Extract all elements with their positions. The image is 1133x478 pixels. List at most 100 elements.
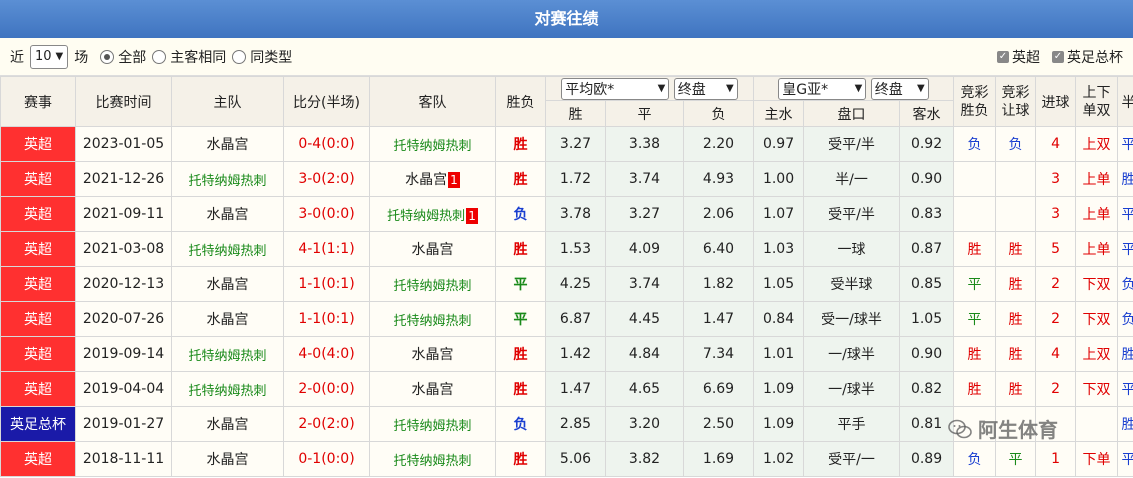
home-team-cell[interactable]: 水晶宫 <box>171 126 284 162</box>
ah-period-value: 终盘 <box>874 81 903 98</box>
away-team-cell[interactable]: 托特纳姆热刺 <box>369 126 496 162</box>
eu-win-cell: 5.06 <box>545 441 606 477</box>
result-cell-text: 负 <box>513 207 528 223</box>
table-row[interactable]: 英超 2018-11-11 水晶宫 0-1(0:0) 托特纳姆热刺 胜 5.06 3.82 1.… <box>0 441 1133 477</box>
away-team-cell-text: 托特纳姆热刺 <box>393 313 472 329</box>
ou-cell: 下双 <box>1075 301 1119 337</box>
eu-win-cell: 1.47 <box>545 371 606 407</box>
score-cell[interactable]: 0-1(0:0) <box>283 441 370 477</box>
table-row[interactable]: 英超 2023-01-05 水晶宫 0-4(0:0) 托特纳姆热刺 胜 3.27 3.38 2.… <box>0 126 1133 162</box>
goals-cell: 1 <box>1035 441 1077 477</box>
home-team-cell[interactable]: 托特纳姆热刺 <box>171 336 284 372</box>
away-team-cell[interactable]: 托特纳姆热刺 <box>369 406 496 442</box>
ou-cell: 下单 <box>1075 441 1119 477</box>
home-team-cell[interactable]: 水晶宫 <box>171 196 284 232</box>
result-cell: 胜 <box>495 371 546 407</box>
eu-lose-cell: 2.06 <box>682 196 755 232</box>
header-lottery-hcp: 竞彩让球 <box>995 76 1037 127</box>
handicap-cell-text: 一球 <box>837 242 866 258</box>
eu-win-cell-text: 2.85 <box>559 416 592 432</box>
home-team-cell[interactable]: 水晶宫 <box>171 266 284 302</box>
score-cell[interactable]: 3-0(0:0) <box>283 196 370 232</box>
away-team-cell[interactable]: 托特纳姆热刺 <box>369 266 496 302</box>
ou-cell-text: 上双 <box>1082 137 1111 153</box>
radio-same-type[interactable] <box>232 49 247 64</box>
table-row[interactable]: 英超 2019-09-14 托特纳姆热刺 4-0(4:0) 水晶宫 胜 1.42 4.84 7.… <box>0 336 1133 372</box>
lottery-hcp-cell: 胜 <box>995 231 1037 267</box>
checkbox-premier[interactable]: ✓ <box>997 50 1009 63</box>
home-water-cell: 1.00 <box>753 161 805 197</box>
away-water-cell-text: 0.83 <box>910 206 943 222</box>
home-team-cell[interactable]: 水晶宫 <box>171 301 284 337</box>
score-cell[interactable]: 3-0(2:0) <box>283 161 370 197</box>
away-team-cell[interactable]: 水晶宫 <box>369 336 496 372</box>
table-row[interactable]: 英超 2019-04-04 托特纳姆热刺 2-0(0:0) 水晶宫 胜 1.47 4.65 6.… <box>0 371 1133 407</box>
score-cell-text: 4-1(1:1) <box>298 241 355 257</box>
score-cell[interactable]: 1-1(0:1) <box>283 266 370 302</box>
eu-draw-cell: 4.45 <box>605 301 684 337</box>
header-half-full: 半全 <box>1117 76 1133 127</box>
home-team-cell-text: 水晶宫 <box>206 207 249 223</box>
score-cell[interactable]: 1-1(0:1) <box>283 301 370 337</box>
header-league: 赛事 <box>0 76 76 127</box>
away-team-cell[interactable]: 托特纳姆热刺 <box>369 301 496 337</box>
eu-draw-cell: 3.74 <box>605 266 684 302</box>
table-row[interactable]: 英超 2020-12-13 水晶宫 1-1(0:1) 托特纳姆热刺 平 4.25 3.74 1.… <box>0 266 1133 302</box>
ah-period-select[interactable]: 终盘 ▼ <box>870 77 929 100</box>
away-water-cell-text: 0.92 <box>910 136 943 152</box>
eu-company-select[interactable]: 平均欧* ▼ <box>561 77 670 100</box>
lottery-wdl-cell-text: 负 <box>967 452 982 468</box>
away-team-cell[interactable]: 水晶宫 1 <box>369 161 496 197</box>
score-cell[interactable]: 2-0(0:0) <box>283 371 370 407</box>
home-water-cell-text: 1.09 <box>762 381 795 397</box>
checkbox-fa-cup[interactable]: ✓ <box>1052 50 1064 63</box>
home-team-cell[interactable]: 托特纳姆热刺 <box>171 231 284 267</box>
score-cell-text: 1-1(0:1) <box>298 276 355 292</box>
table-row[interactable]: 英超 2020-07-26 水晶宫 1-1(0:1) 托特纳姆热刺 平 6.87 4.45 1.… <box>0 301 1133 337</box>
league-cell-text: 英超 <box>24 172 52 188</box>
league-cell-text: 英超 <box>24 312 52 328</box>
date-cell: 2020-07-26 <box>75 301 172 337</box>
handicap-cell-text: 一/球半 <box>828 382 875 398</box>
score-cell[interactable]: 0-4(0:0) <box>283 126 370 162</box>
away-team-cell[interactable]: 水晶宫 <box>369 231 496 267</box>
score-cell[interactable]: 4-0(4:0) <box>283 336 370 372</box>
lottery-hcp-cell: 胜 <box>995 371 1037 407</box>
header-eu-lose: 负 <box>682 100 755 127</box>
table-row[interactable]: 英超 2021-12-26 托特纳姆热刺 3-0(2:0) 水晶宫 1 胜 1.72 3.74 4… <box>0 161 1133 197</box>
header-eu-odds: 平均欧* ▼ 终盘 ▼ <box>544 76 755 101</box>
match-count-select[interactable]: 10 ▼ <box>30 44 69 69</box>
away-team-cell[interactable]: 水晶宫 <box>369 371 496 407</box>
eu-draw-cell-text: 3.27 <box>628 206 661 222</box>
eu-lose-cell: 6.69 <box>682 371 755 407</box>
half-full-cell: 胜胜 <box>1117 161 1133 197</box>
date-cell: 2019-09-14 <box>75 336 172 372</box>
radio-same-home[interactable] <box>152 49 167 64</box>
eu-lose-cell: 7.34 <box>682 336 755 372</box>
table-row[interactable]: 英超 2021-09-11 水晶宫 3-0(0:0) 托特纳姆热刺 1 负 3.78 3.27 2… <box>0 196 1133 232</box>
table-row[interactable]: 英超 2021-03-08 托特纳姆热刺 4-1(1:1) 水晶宫 胜 1.53 4.09 6.… <box>0 231 1133 267</box>
away-team-cell[interactable]: 托特纳姆热刺 <box>369 441 496 477</box>
eu-lose-cell-text: 7.34 <box>702 346 735 362</box>
eu-win-cell: 1.42 <box>545 336 606 372</box>
home-team-cell[interactable]: 托特纳姆热刺 <box>171 371 284 407</box>
goals-cell: 2 <box>1035 266 1077 302</box>
away-team-cell-text: 托特纳姆热刺 <box>393 418 472 434</box>
home-team-cell[interactable]: 水晶宫 <box>171 406 284 442</box>
handicap-cell: 平手 <box>803 406 901 442</box>
half-full-cell-text: 胜胜 <box>1122 172 1133 188</box>
home-water-cell-text: 0.97 <box>762 136 795 152</box>
league-cell: 英超 <box>0 266 76 302</box>
date-cell-text: 2019-04-04 <box>82 381 165 397</box>
eu-period-select[interactable]: 终盘 ▼ <box>673 77 738 100</box>
date-cell-text: 2018-11-11 <box>82 451 165 467</box>
score-cell[interactable]: 2-0(2:0) <box>283 406 370 442</box>
handicap-cell-text: 半/一 <box>835 172 868 188</box>
home-team-cell-text: 水晶宫 <box>206 452 249 468</box>
home-team-cell[interactable]: 水晶宫 <box>171 441 284 477</box>
radio-all[interactable] <box>100 49 115 64</box>
score-cell[interactable]: 4-1(1:1) <box>283 231 370 267</box>
ah-company-select[interactable]: 皇G亚* ▼ <box>778 77 867 100</box>
home-team-cell[interactable]: 托特纳姆热刺 <box>171 161 284 197</box>
away-team-cell[interactable]: 托特纳姆热刺 1 <box>369 196 496 232</box>
